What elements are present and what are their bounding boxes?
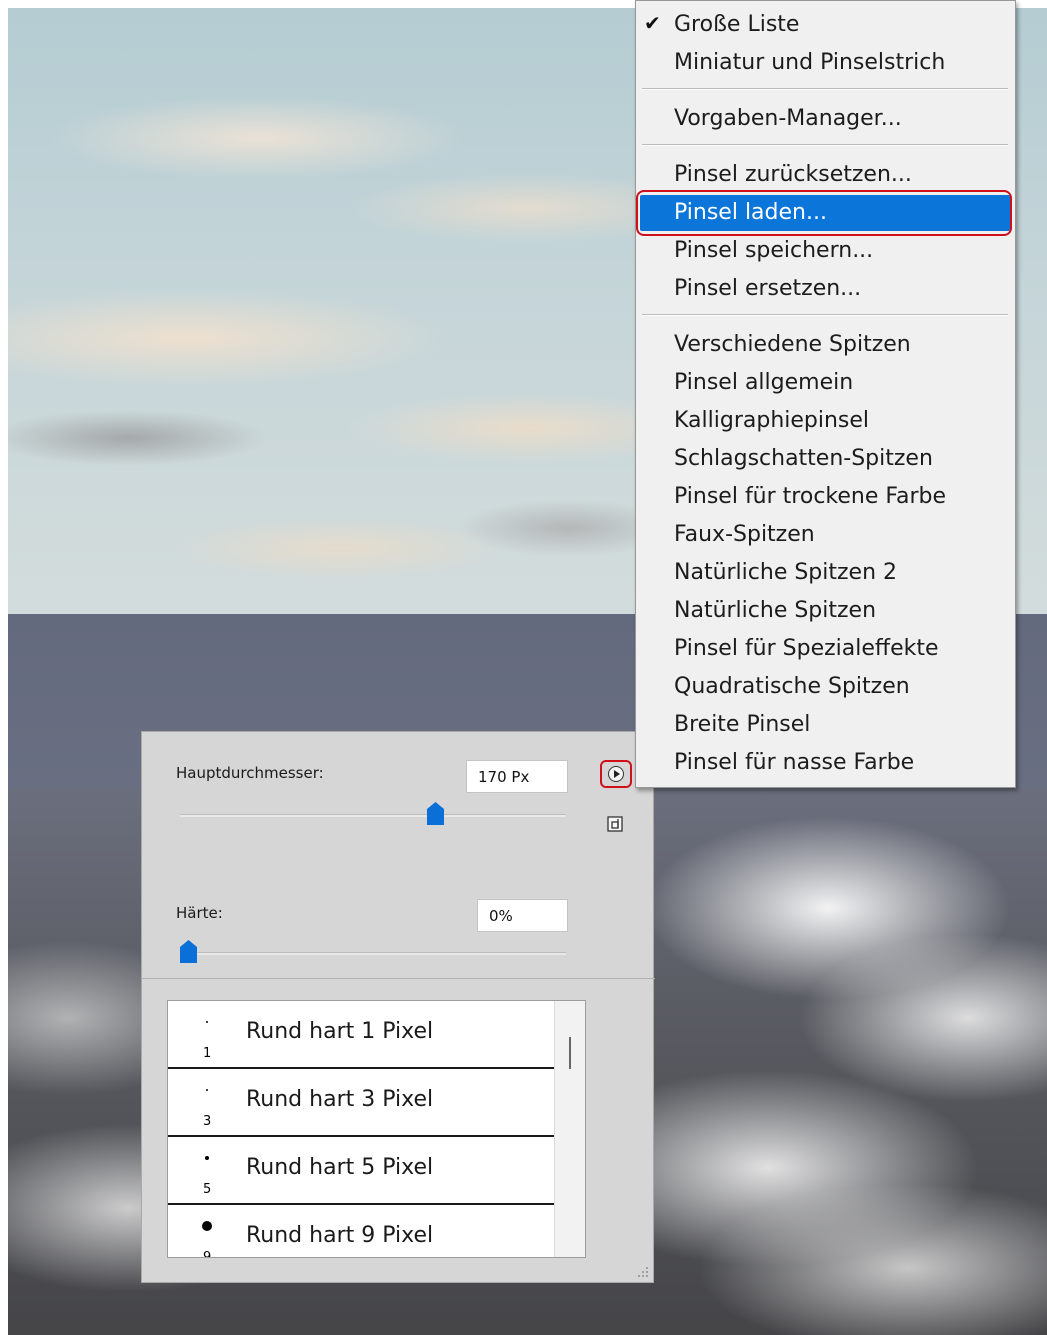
brush-preset-panel: Hauptdurchmesser: 170 Px Härte: 0% 1 Run… [141, 731, 655, 1283]
brush-name: Rund hart 5 Pixel [246, 1155, 434, 1180]
menu-item-label: Natürliche Spitzen [674, 598, 877, 623]
brush-size-number: 5 [203, 1182, 212, 1197]
menu-item-label: Breite Pinsel [674, 712, 811, 737]
menu-item-label: Faux-Spitzen [674, 522, 815, 547]
hardness-label: Härte: [176, 904, 223, 922]
menu-separator [642, 88, 1008, 90]
menu-item-preset-manager[interactable]: Vorgaben-Manager... [636, 101, 1015, 137]
menu-item-brush-library[interactable]: Faux-Spitzen [636, 517, 1015, 553]
menu-item-replace-brushes[interactable]: Pinsel ersetzen... [636, 271, 1015, 307]
list-item[interactable]: 9 Rund hart 9 Pixel [168, 1205, 554, 1258]
play-arrow-icon [614, 770, 620, 778]
menu-item-brush-library[interactable]: Pinsel für trockene Farbe [636, 479, 1015, 515]
menu-item-brush-library[interactable]: Breite Pinsel [636, 707, 1015, 743]
brush-tip-preview [202, 1221, 212, 1231]
menu-item-label: Pinsel für Spezialeffekte [674, 636, 939, 661]
menu-item-label: Natürliche Spitzen 2 [674, 560, 898, 585]
diameter-input[interactable]: 170 Px [466, 760, 568, 793]
scrollbar-thumb[interactable] [569, 1037, 571, 1069]
menu-item-label: Verschiedene Spitzen [674, 332, 911, 357]
menu-item-label: Pinsel für nasse Farbe [674, 750, 915, 775]
menu-item-label: Pinsel für trockene Farbe [674, 484, 947, 509]
menu-item-label: Kalligraphiepinsel [674, 408, 870, 433]
menu-item-brush-library[interactable]: Kalligraphiepinsel [636, 403, 1015, 439]
diameter-label: Hauptdurchmesser: [176, 764, 324, 782]
list-scrollbar[interactable] [554, 1001, 585, 1257]
menu-item-brush-library[interactable]: Pinsel für nasse Farbe [636, 745, 1015, 781]
menu-item-thumbnail-stroke[interactable]: Miniatur und Pinselstrich [636, 45, 1015, 81]
brush-preset-list[interactable]: 1 Rund hart 1 Pixel 3 Rund hart 3 Pixel … [167, 1000, 586, 1258]
brush-panel-menu-button[interactable] [600, 760, 632, 788]
brush-tip-preview [206, 1021, 208, 1023]
menu-item-large-list[interactable]: ✔ Große Liste [636, 7, 1015, 43]
resize-grip-icon[interactable] [637, 1266, 649, 1278]
hardness-slider-track[interactable] [180, 952, 566, 955]
brush-name: Rund hart 9 Pixel [246, 1223, 434, 1248]
menu-item-label: Pinsel laden... [674, 200, 827, 225]
brush-name: Rund hart 1 Pixel [246, 1019, 434, 1044]
menu-item-brush-library[interactable]: Natürliche Spitzen [636, 593, 1015, 629]
list-item[interactable]: 5 Rund hart 5 Pixel [168, 1137, 554, 1205]
menu-item-label: Vorgaben-Manager... [674, 106, 902, 131]
menu-item-label: Pinsel zurücksetzen... [674, 162, 912, 187]
list-item[interactable]: 3 Rund hart 3 Pixel [168, 1069, 554, 1137]
menu-separator [642, 314, 1008, 316]
brush-size-number: 3 [203, 1114, 212, 1129]
panel-divider [142, 978, 655, 979]
hardness-slider-thumb[interactable] [180, 940, 197, 963]
brush-size-number: 9 [203, 1250, 212, 1258]
menu-item-save-brushes[interactable]: Pinsel speichern... [636, 233, 1015, 269]
menu-item-brush-library[interactable]: Natürliche Spitzen 2 [636, 555, 1015, 591]
menu-item-label: Pinsel speichern... [674, 238, 874, 263]
menu-item-reset-brushes[interactable]: Pinsel zurücksetzen... [636, 157, 1015, 193]
menu-item-label: Quadratische Spitzen [674, 674, 910, 699]
menu-item-brush-library[interactable]: Pinsel allgemein [636, 365, 1015, 401]
brush-panel-flyout-menu: ✔ Große Liste Miniatur und Pinselstrich … [635, 0, 1016, 788]
diameter-slider-thumb[interactable] [427, 802, 445, 825]
menu-item-label: Pinsel ersetzen... [674, 276, 862, 301]
brush-name: Rund hart 3 Pixel [246, 1087, 434, 1112]
diameter-slider-track[interactable] [180, 814, 566, 817]
menu-separator [642, 144, 1008, 146]
brush-tip-preview [205, 1156, 209, 1160]
menu-item-brush-library[interactable]: Pinsel für Spezialeffekte [636, 631, 1015, 667]
menu-item-brush-library[interactable]: Quadratische Spitzen [636, 669, 1015, 705]
brush-tip-preview [206, 1089, 208, 1091]
brush-size-number: 1 [203, 1046, 212, 1061]
menu-item-label: Große Liste [674, 12, 800, 37]
list-item[interactable]: 1 Rund hart 1 Pixel [168, 1001, 554, 1069]
menu-item-brush-library[interactable]: Verschiedene Spitzen [636, 327, 1015, 363]
menu-item-label: Miniatur und Pinselstrich [674, 50, 946, 75]
menu-item-label: Schlagschatten-Spitzen [674, 446, 933, 471]
menu-item-label: Pinsel allgemein [674, 370, 854, 395]
menu-item-load-brushes[interactable]: Pinsel laden... [636, 190, 1015, 236]
menu-item-brush-library[interactable]: Schlagschatten-Spitzen [636, 441, 1015, 477]
checkmark-icon: ✔ [644, 11, 661, 35]
hardness-input[interactable]: 0% [477, 899, 568, 932]
new-preset-icon[interactable] [607, 816, 625, 834]
